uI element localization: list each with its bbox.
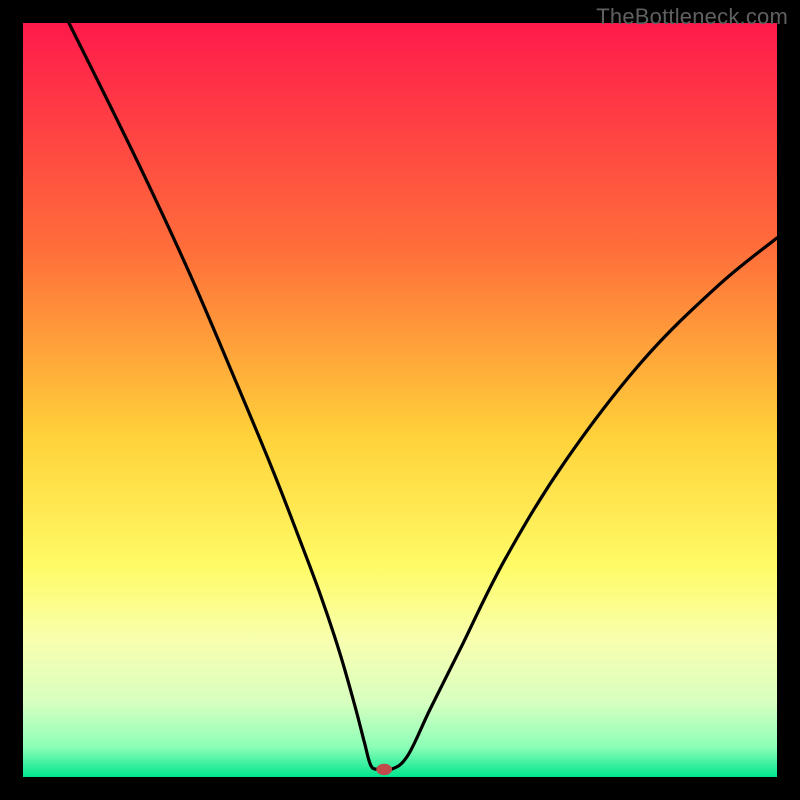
plot-svg bbox=[23, 23, 777, 777]
chart-frame: TheBottleneck.com bbox=[0, 0, 800, 800]
watermark-label: TheBottleneck.com bbox=[596, 4, 788, 30]
chart-background bbox=[23, 23, 777, 777]
plot-area bbox=[23, 23, 777, 777]
minimum-marker bbox=[376, 764, 392, 775]
